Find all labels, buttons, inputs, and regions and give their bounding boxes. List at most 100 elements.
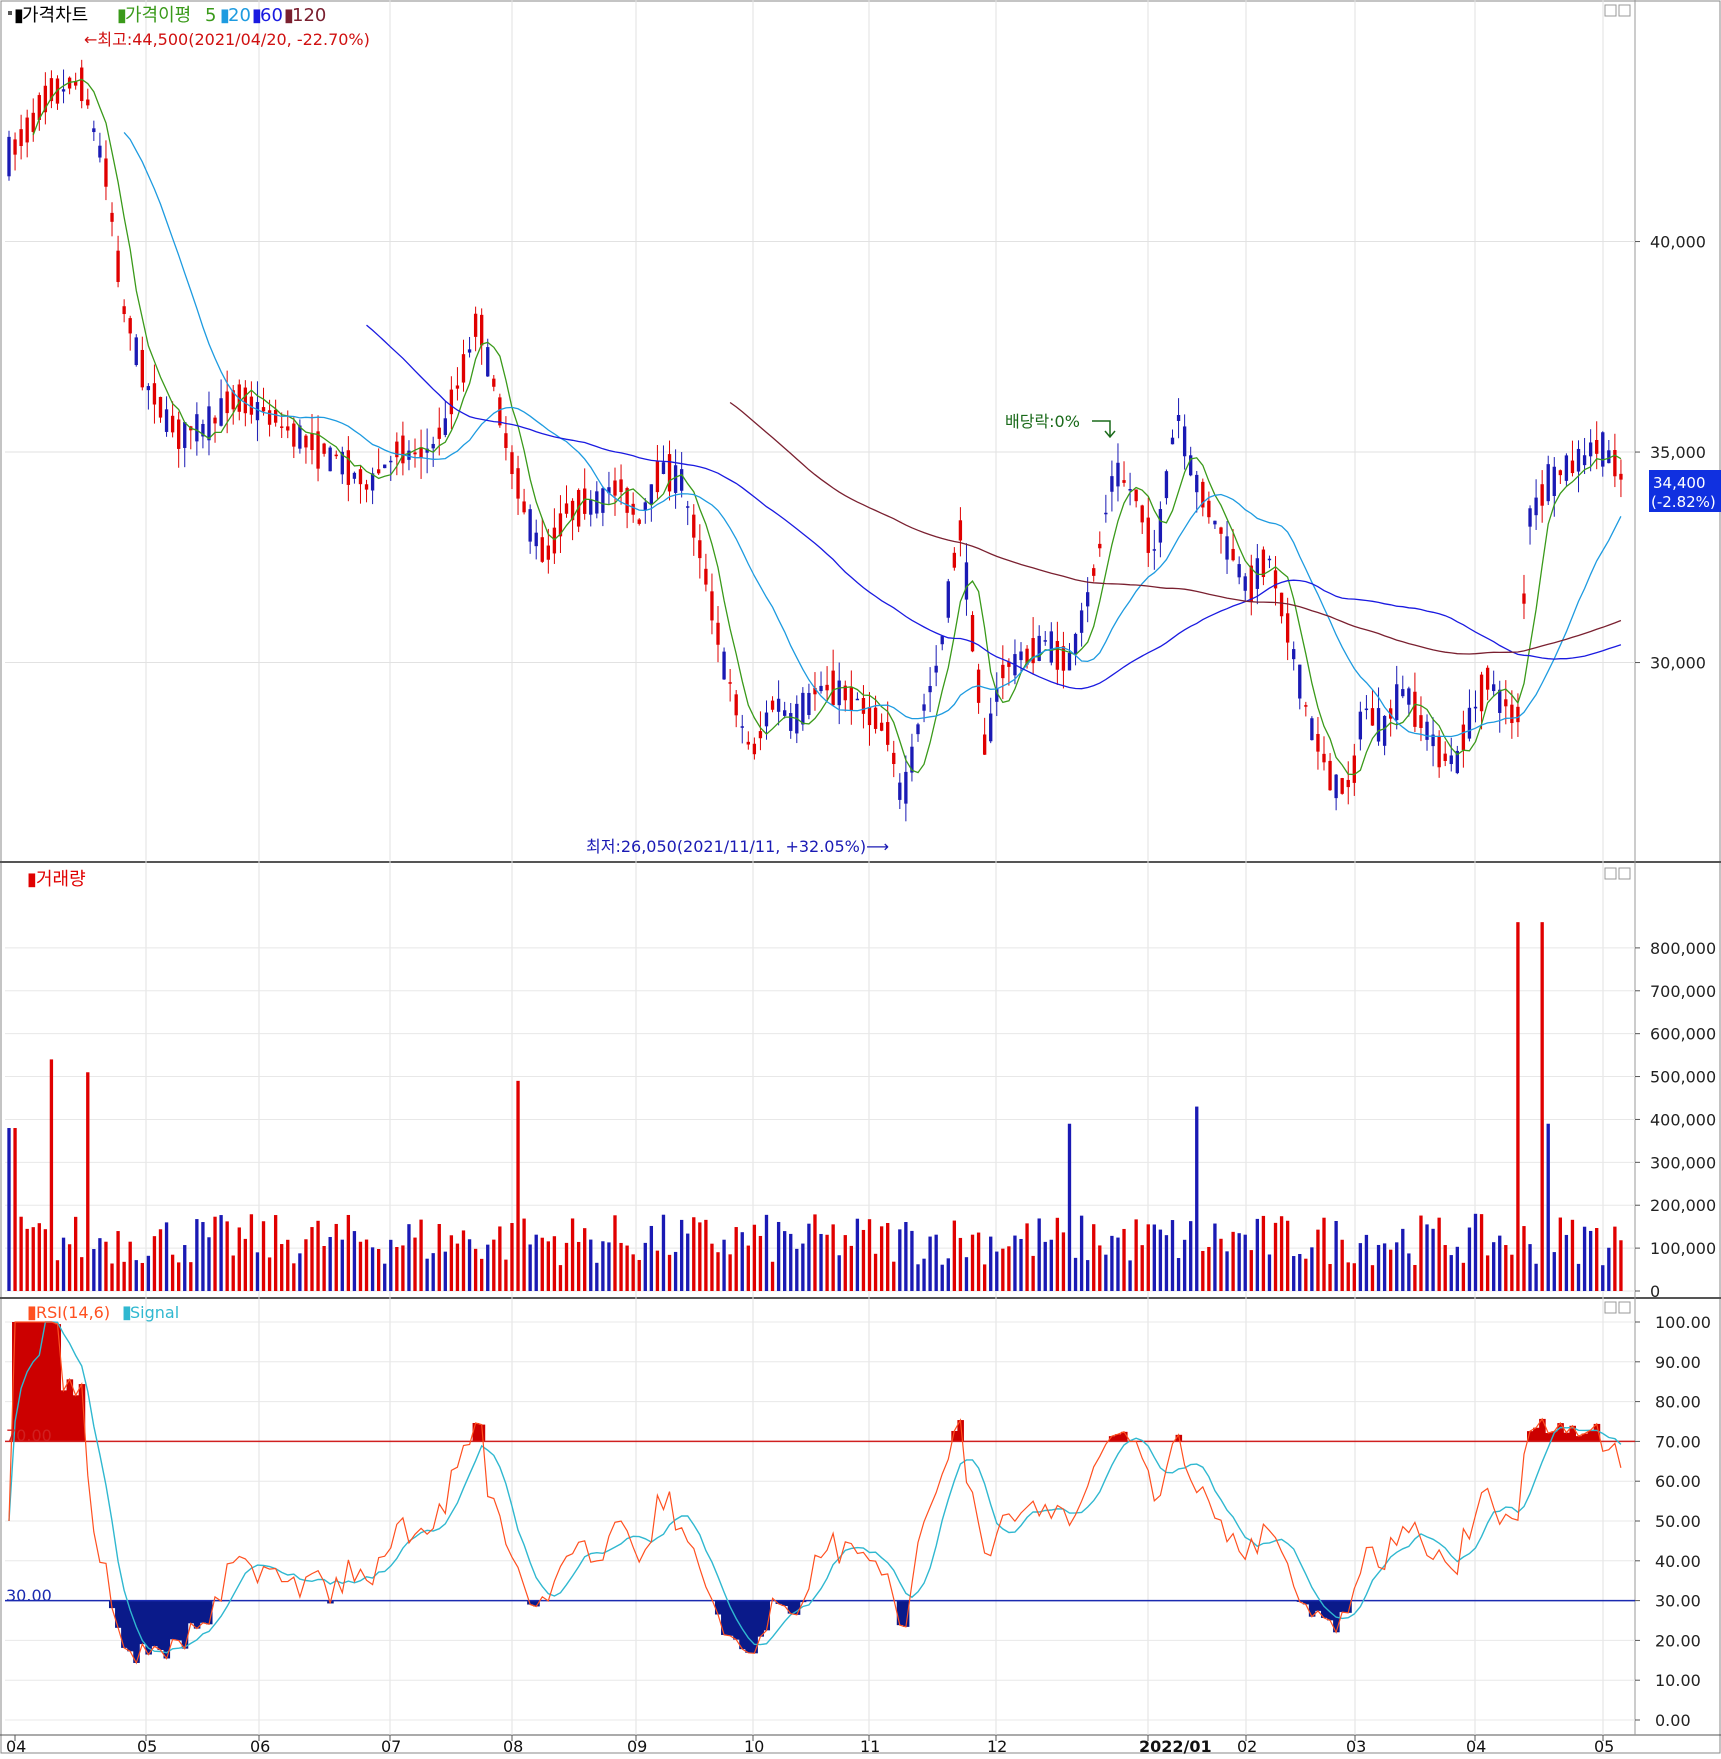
volume-bar	[1134, 1219, 1137, 1291]
volume-bar	[868, 1219, 871, 1291]
volume-bar	[1334, 1221, 1337, 1291]
candle	[1401, 689, 1404, 696]
panel-frames	[0, 0, 1721, 1753]
candle	[1268, 559, 1271, 561]
candle	[304, 436, 307, 448]
volume-bar	[704, 1220, 707, 1291]
candle	[262, 407, 265, 411]
candle	[104, 158, 107, 186]
rsi-lines	[9, 1322, 1621, 1663]
volume-bar	[844, 1235, 847, 1291]
overbought-fill	[73, 1395, 80, 1441]
oversold-fill	[157, 1601, 164, 1650]
candle	[1534, 498, 1537, 516]
volume-y-axis: 800,000700,000600,000500,000400,000300,0…	[1635, 939, 1716, 1301]
volume-bar	[783, 1231, 786, 1291]
volume-bar	[474, 1249, 477, 1291]
candle	[1086, 592, 1089, 606]
signal-line	[9, 1322, 1621, 1653]
volume-bar	[1347, 1262, 1350, 1291]
candle	[310, 433, 313, 450]
volume-bar	[13, 1128, 16, 1291]
volume-close-button[interactable]	[1619, 868, 1630, 879]
volume-bar	[292, 1263, 295, 1291]
candle	[1559, 470, 1562, 475]
candle	[722, 652, 725, 680]
candle	[359, 469, 362, 484]
candle	[504, 433, 507, 448]
volume-bar	[256, 1252, 259, 1291]
candle	[850, 688, 853, 711]
candle	[1425, 722, 1428, 740]
volume-minimize-button[interactable]	[1605, 868, 1616, 879]
rsi-close-button[interactable]	[1619, 1302, 1630, 1313]
candle	[771, 701, 774, 710]
candle	[1528, 508, 1531, 526]
candle	[98, 146, 101, 158]
candle	[1304, 705, 1307, 707]
volume-bar	[1171, 1220, 1174, 1291]
candle	[1177, 415, 1180, 421]
candle	[110, 213, 113, 222]
candle	[656, 461, 659, 492]
price-legend-title: 가격차트	[22, 5, 88, 26]
volume-bar	[1395, 1242, 1398, 1291]
candle	[492, 379, 495, 387]
panel-minimize-button[interactable]	[1605, 5, 1616, 16]
candle	[486, 347, 489, 376]
volume-tick-label: 600,000	[1650, 1025, 1716, 1044]
volume-bar	[983, 1264, 986, 1291]
panel-close-button[interactable]	[1619, 5, 1630, 16]
oversold-fill	[745, 1601, 752, 1653]
volume-bar	[171, 1255, 174, 1291]
candle	[1413, 692, 1416, 727]
candle	[389, 461, 392, 463]
volume-bar	[195, 1219, 198, 1291]
candle	[1159, 509, 1162, 543]
candle	[256, 402, 259, 420]
volume-bar	[1207, 1247, 1210, 1291]
candlestick-series	[7, 60, 1622, 821]
volume-bar	[528, 1244, 531, 1291]
volume-bar	[789, 1234, 792, 1291]
volume-bar	[74, 1217, 77, 1291]
x-tick-label: 05	[137, 1737, 157, 1755]
candle	[498, 397, 501, 425]
oversold-fill	[139, 1601, 146, 1645]
volume-bar	[1025, 1223, 1028, 1291]
candle	[1316, 734, 1319, 752]
oversold-fill	[188, 1601, 195, 1624]
rsi-level-70-label: 70.00	[6, 1426, 52, 1445]
volume-bar	[359, 1242, 362, 1291]
volume-bar	[1256, 1219, 1259, 1291]
volume-bar	[1456, 1247, 1459, 1291]
candle	[1171, 438, 1174, 445]
volume-bar	[444, 1252, 447, 1291]
rsi-minimize-button[interactable]	[1605, 1302, 1616, 1313]
rsi-tick-label: 20.00	[1655, 1631, 1701, 1650]
candle	[589, 500, 592, 515]
candle	[1595, 440, 1598, 454]
candle	[765, 713, 768, 727]
volume-bar	[153, 1236, 156, 1291]
ma20-line	[124, 132, 1621, 736]
volume-bar	[1547, 1124, 1550, 1291]
volume-bar	[735, 1227, 738, 1291]
candle	[480, 315, 483, 346]
candle	[1583, 455, 1586, 465]
oversold-fill	[182, 1601, 189, 1649]
volume-bar	[1510, 1255, 1513, 1291]
volume-bar	[250, 1214, 253, 1291]
volume-bar	[1068, 1124, 1071, 1291]
chart-window: 40,00035,00030,000 ▮ 가격차트 ▮ 가격이평 5 ▮ 20 …	[0, 0, 1721, 1755]
volume-bar	[104, 1242, 107, 1291]
volume-bar	[1304, 1259, 1307, 1291]
candle	[1510, 705, 1513, 723]
volume-bar	[38, 1223, 41, 1291]
volume-bar	[365, 1240, 368, 1291]
volume-bar	[935, 1235, 938, 1291]
volume-bar	[207, 1237, 210, 1291]
candle	[1395, 684, 1398, 720]
candle	[280, 426, 283, 428]
volume-menu-icon[interactable]	[4, 867, 12, 879]
